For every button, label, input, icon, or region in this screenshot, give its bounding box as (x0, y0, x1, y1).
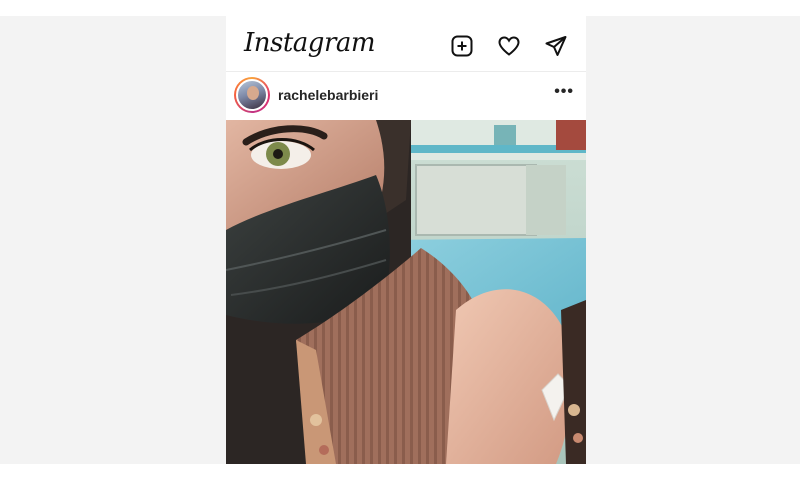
add-post-icon[interactable] (450, 34, 474, 58)
heart-icon[interactable] (497, 34, 521, 58)
story-ring[interactable] (234, 77, 270, 113)
post-header: rachelebarbieri ••• (226, 72, 586, 120)
app-header: Instagram (226, 16, 586, 72)
instagram-logo[interactable]: Instagram (244, 28, 376, 58)
post-username[interactable]: rachelebarbieri (278, 87, 378, 103)
direct-message-icon[interactable] (544, 34, 568, 58)
avatar[interactable] (236, 79, 268, 111)
instagram-phone-screen: Instagram rachelebarbieri ••• (226, 16, 586, 464)
more-options-icon[interactable]: ••• (554, 84, 574, 100)
post-photo[interactable] (226, 120, 586, 464)
